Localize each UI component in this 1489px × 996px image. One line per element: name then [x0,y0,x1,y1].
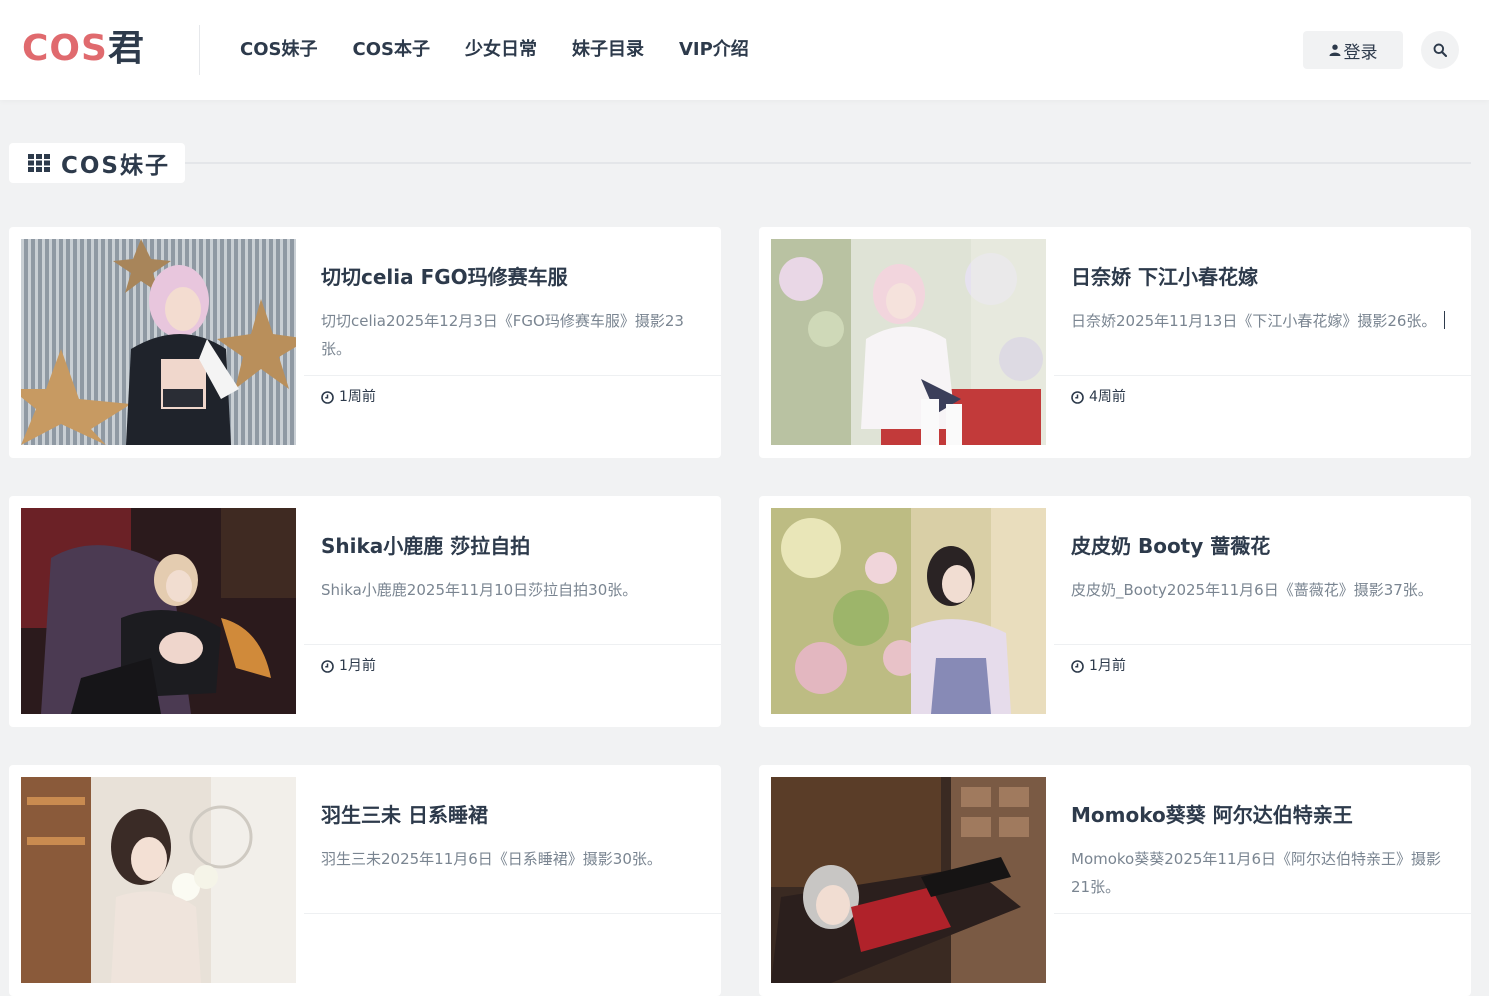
cosplay-photo-image [21,239,296,445]
post-thumbnail[interactable] [771,239,1046,445]
post-title[interactable]: 日奈娇 下江小春花嫁 [1071,263,1459,291]
post-excerpt: 日奈娇2025年11月13日《下江小春花嫁》摄影26张。 [1071,307,1459,335]
main-nav: COS妹子 COS本子 少女日常 妹子目录 VIP介绍 [240,36,784,64]
card-divider [304,375,721,376]
grid-icon [28,154,50,172]
post-card[interactable]: Shika小鹿鹿 莎拉自拍 Shika小鹿鹿2025年11月10日莎拉自拍30张… [9,496,721,727]
post-time: 1月前 [339,658,376,674]
post-meta: 1月前 [1071,656,1126,676]
card-divider [1054,644,1471,645]
post-title[interactable]: 皮皮奶 Booty 蔷薇花 [1071,532,1459,560]
post-thumbnail[interactable] [771,508,1046,714]
post-card[interactable]: 日奈娇 下江小春花嫁 日奈娇2025年11月13日《下江小春花嫁》摄影26张。 … [759,227,1471,458]
site-logo[interactable]: COS君 [22,26,145,72]
cosplay-photo-image [771,508,1046,714]
section-heading: COS妹子 [9,143,185,183]
search-button[interactable] [1421,31,1459,69]
post-card[interactable]: Momoko葵葵 阿尔达伯特亲王 Momoko葵葵2025年11月6日《阿尔达伯… [759,765,1471,996]
post-excerpt: 皮皮奶_Booty2025年11月6日《蔷薇花》摄影37张。 [1071,581,1433,599]
post-excerpt: 切切celia2025年12月3日《FGO玛修赛车服》摄影23张。 [321,312,684,358]
logo-text-cos: COS [22,28,108,69]
site-header: COS君 COS妹子 COS本子 少女日常 妹子目录 VIP介绍 登录 [0,0,1489,100]
post-meta: 4周前 [1071,387,1126,407]
post-time: 1月前 [1089,658,1126,674]
cosplay-photo-image [21,508,296,714]
nav-item-cos-girls[interactable]: COS妹子 [240,36,317,64]
post-excerpt-text: 日奈娇2025年11月13日《下江小春花嫁》摄影26张。 [1071,312,1437,330]
card-divider [1054,375,1471,376]
card-divider [1054,913,1471,914]
nav-item-vip[interactable]: VIP介绍 [679,36,749,64]
search-icon [1433,43,1447,57]
cosplay-photo-image [21,777,296,983]
post-card[interactable]: 皮皮奶 Booty 蔷薇花 皮皮奶_Booty2025年11月6日《蔷薇花》摄影… [759,496,1471,727]
section-title: COS妹子 [61,153,170,179]
logo-divider [199,25,200,75]
post-thumbnail[interactable] [21,239,296,445]
post-time: 1周前 [339,389,376,405]
post-title[interactable]: Momoko葵葵 阿尔达伯特亲王 [1071,801,1459,829]
post-thumbnail[interactable] [771,777,1046,983]
clock-icon [1071,659,1084,673]
login-button[interactable]: 登录 [1303,31,1403,69]
card-divider [304,644,721,645]
cosplay-photo-image [771,777,1046,983]
post-excerpt: Shika小鹿鹿2025年11月10日莎拉自拍30张。 [321,581,638,599]
post-title[interactable]: 切切celia FGO玛修赛车服 [321,263,709,291]
post-title[interactable]: Shika小鹿鹿 莎拉自拍 [321,532,709,560]
logo-text-jun: 君 [107,28,145,69]
post-card[interactable]: 切切celia FGO玛修赛车服 切切celia2025年12月3日《FGO玛修… [9,227,721,458]
post-meta: 1周前 [321,387,376,407]
user-icon [1329,44,1340,56]
cosplay-photo-image [771,239,1046,445]
post-excerpt: 羽生三未2025年11月6日《日系睡裙》摄影30张。 [321,850,662,868]
login-label: 登录 [1343,42,1378,63]
clock-icon [321,390,334,404]
nav-item-daily[interactable]: 少女日常 [465,36,537,64]
post-excerpt: Momoko葵葵2025年11月6日《阿尔达伯特亲王》摄影21张。 [1071,850,1442,896]
nav-item-directory[interactable]: 妹子目录 [572,36,644,64]
clock-icon [321,659,334,673]
clock-icon [1071,390,1084,404]
post-meta: 1月前 [321,656,376,676]
text-cursor [1444,311,1446,329]
post-time: 4周前 [1089,389,1126,405]
post-thumbnail[interactable] [21,508,296,714]
card-divider [304,913,721,914]
section-divider-line [185,162,1471,164]
nav-item-cos-books[interactable]: COS本子 [352,36,429,64]
post-thumbnail[interactable] [21,777,296,983]
post-title[interactable]: 羽生三未 日系睡裙 [321,801,709,829]
post-card[interactable]: 羽生三未 日系睡裙 羽生三未2025年11月6日《日系睡裙》摄影30张。 [9,765,721,996]
